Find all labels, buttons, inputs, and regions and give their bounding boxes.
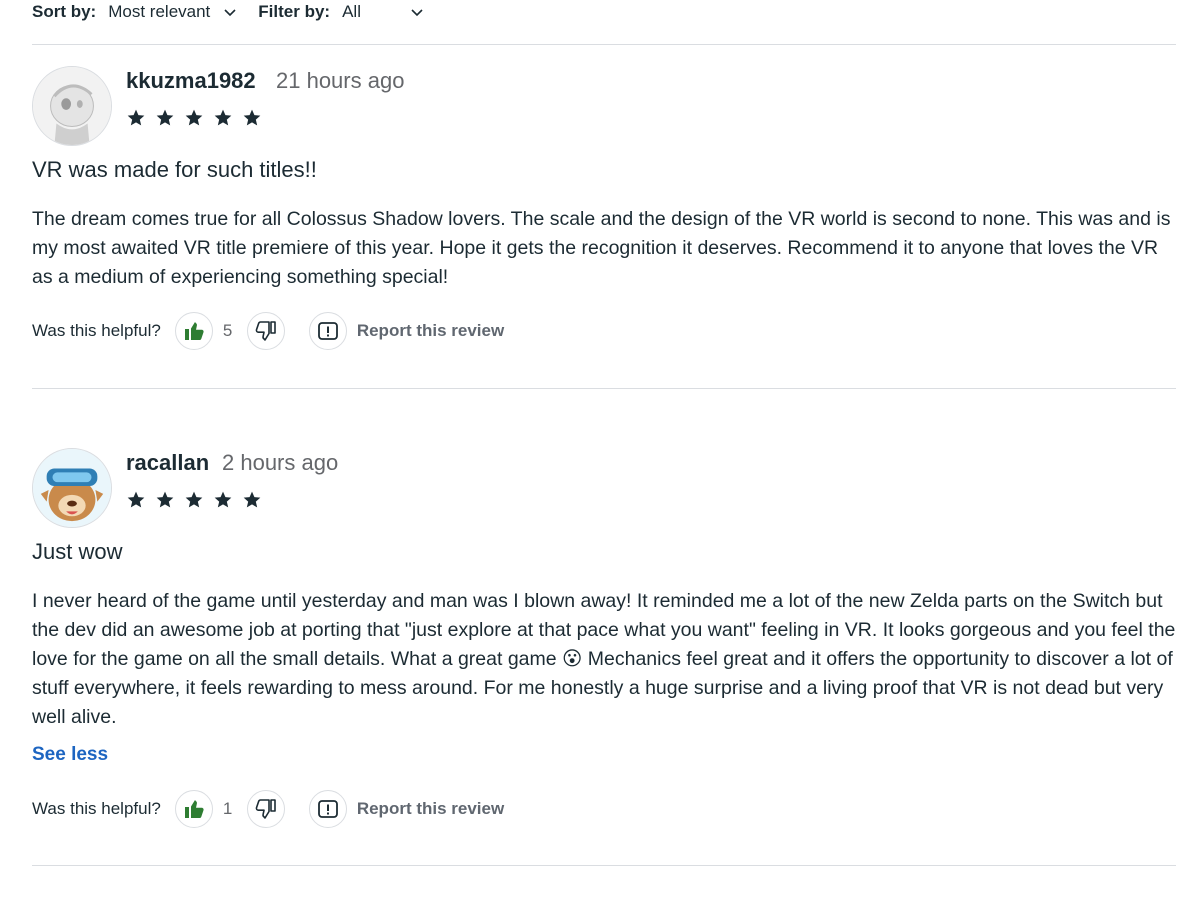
report-review-button[interactable]: Report this review	[308, 790, 505, 828]
sort-value: Most relevant	[108, 2, 211, 21]
thumbs-up-button[interactable]	[174, 790, 213, 828]
user-avatar-image	[33, 67, 111, 145]
report-icon-wrap	[308, 790, 347, 828]
thumbs-down-button[interactable]	[246, 312, 285, 350]
thumbs-down-icon	[255, 799, 276, 819]
divider	[32, 44, 1176, 45]
helpful-count: 5	[222, 321, 233, 340]
review-body: The dream comes true for all Colossus Sh…	[32, 208, 1171, 288]
report-review-button[interactable]: Report this review	[308, 312, 505, 350]
star-icon	[243, 491, 261, 508]
star-icon	[214, 491, 232, 508]
avatar[interactable]	[32, 448, 112, 528]
star-icon	[243, 109, 261, 126]
reviews-page: Sort by: Most relevant Filter by: All kk…	[0, 0, 1199, 898]
username[interactable]: kkuzma1982	[126, 66, 256, 96]
star-rating	[126, 108, 271, 128]
star-icon	[214, 109, 232, 126]
helpful-question: Was this helpful?	[32, 321, 161, 340]
avatar[interactable]	[32, 66, 112, 146]
username[interactable]: racallan	[126, 448, 209, 478]
divider	[32, 865, 1176, 866]
filter-value: All	[342, 2, 361, 21]
report-icon	[317, 800, 338, 818]
helpful-bar: Was this helpful? 1 Report this review	[32, 789, 632, 829]
report-icon	[317, 322, 338, 340]
divider	[32, 388, 1176, 389]
user-avatar-image	[33, 449, 111, 527]
thumbs-up-button[interactable]	[174, 312, 213, 350]
report-label: Report this review	[356, 321, 505, 340]
review-title: Just wow	[32, 539, 123, 564]
helpful-question: Was this helpful?	[32, 799, 161, 818]
star-icon	[127, 109, 145, 126]
helpful-bar: Was this helpful? 5 Report this review	[32, 311, 632, 351]
sort-dropdown[interactable]: Sort by: Most relevant	[32, 2, 238, 22]
thumbs-up-icon	[184, 800, 204, 818]
review-title: VR was made for such titles!!	[32, 157, 317, 182]
star-icon	[185, 491, 203, 508]
star-icon	[156, 491, 174, 508]
thumbs-up-icon	[184, 322, 204, 340]
review-time: 2 hours ago	[222, 450, 339, 475]
star-icon	[185, 109, 203, 126]
chevron-down-icon	[224, 9, 236, 17]
review-body: I never heard of the game until yesterda…	[32, 590, 1176, 728]
helpful-count: 1	[222, 799, 233, 818]
report-icon-wrap	[308, 312, 347, 350]
sort-label: Sort by:	[32, 2, 97, 21]
filter-label: Filter by:	[258, 2, 331, 21]
thumbs-down-button[interactable]	[246, 790, 285, 828]
star-rating	[126, 490, 271, 510]
star-icon	[127, 491, 145, 508]
filter-dropdown[interactable]: Filter by: All	[258, 2, 425, 22]
sort-filter-bar: Sort by: Most relevant Filter by: All	[32, 0, 425, 24]
review-time: 21 hours ago	[276, 68, 405, 93]
see-less-link[interactable]: See less	[32, 744, 108, 766]
star-icon	[156, 109, 174, 126]
report-label: Report this review	[356, 799, 505, 818]
thumbs-down-icon	[255, 321, 276, 341]
chevron-down-icon	[411, 9, 423, 17]
